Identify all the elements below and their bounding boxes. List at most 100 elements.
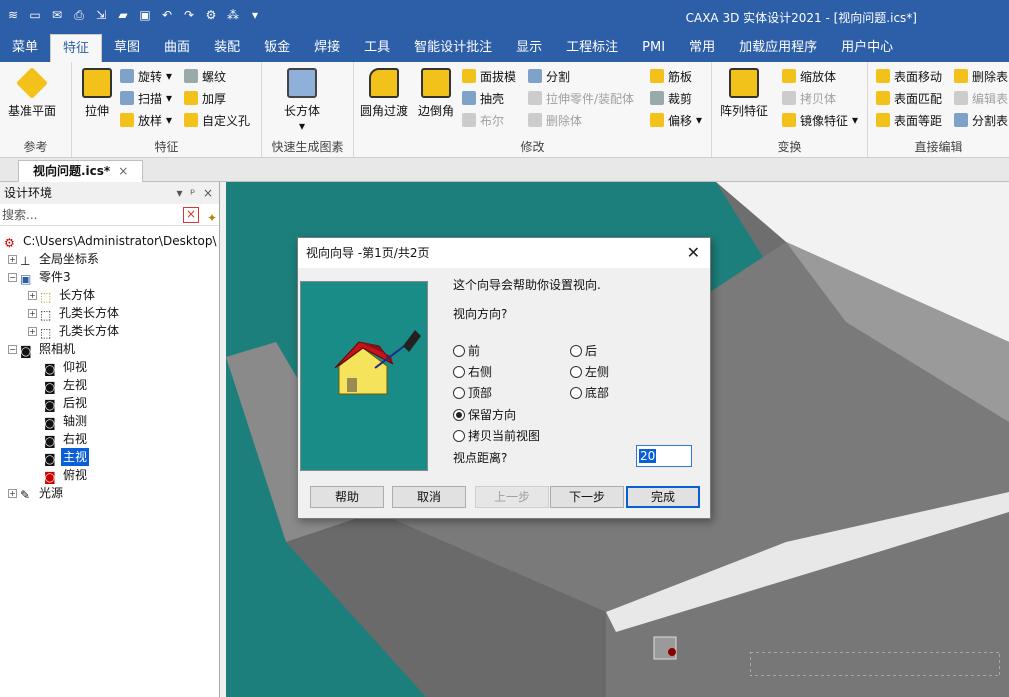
camera-icon: ◙ xyxy=(44,416,56,430)
close-tab-icon[interactable]: × xyxy=(118,164,128,178)
tab-smart-annotation[interactable]: 智能设计批注 xyxy=(402,34,504,62)
document-tab[interactable]: 视向问题.ics* × xyxy=(18,160,144,182)
ribbon-tabs: 菜单 特征 草图 曲面 装配 钣金 焊接 工具 智能设计批注 显示 工程标注 P… xyxy=(0,34,1009,62)
search-field[interactable]: 搜索... × ✦ xyxy=(0,204,219,226)
tree-root[interactable]: ⚙ C:\Users\Administrator\Desktop\ xyxy=(4,232,219,250)
panel-dropdown-icon[interactable]: ▾ xyxy=(176,186,182,200)
tree-item-light[interactable]: + ✎ 光源 xyxy=(8,484,65,502)
pattern-button[interactable]: 阵列特征 xyxy=(720,68,768,119)
previous-button[interactable]: 上一步 xyxy=(475,486,549,508)
copy-body-button[interactable]: 拷贝体 xyxy=(782,88,836,108)
view-distance-input[interactable]: 20 xyxy=(636,445,692,467)
tree-item-box[interactable]: + ⬚ 长方体 xyxy=(28,286,97,304)
finish-button[interactable]: 完成 xyxy=(626,486,700,508)
tab-weld[interactable]: 焊接 xyxy=(302,34,352,62)
tab-feature[interactable]: 特征 xyxy=(50,34,103,62)
tree-item-view-front[interactable]: ◙ 主视 xyxy=(44,448,90,466)
fillet-button[interactable]: 圆角过渡 xyxy=(360,68,408,119)
new-file-icon[interactable]: ▭ xyxy=(26,6,44,24)
tree-item-view-back[interactable]: ◙ 后视 xyxy=(44,394,89,412)
revolve-icon xyxy=(120,69,134,83)
delete-face-button[interactable]: 删除表 xyxy=(954,66,1008,86)
pin-icon[interactable]: ᵖ xyxy=(190,186,195,200)
chamfer-button[interactable]: 边倒角 xyxy=(418,68,454,119)
panel-close-icon[interactable]: × xyxy=(203,186,213,200)
magic-wand-icon[interactable]: ✦ xyxy=(207,207,217,229)
app-menu-icon[interactable]: ≋ xyxy=(4,6,22,24)
tree-item-part3[interactable]: − ▣ 零件3 xyxy=(8,268,73,286)
radio-bottom[interactable]: 底部 xyxy=(570,384,609,401)
thicken-button[interactable]: 加厚 xyxy=(184,88,226,108)
radio-front[interactable]: 前 xyxy=(453,342,480,359)
tab-sketch[interactable]: 草图 xyxy=(102,34,152,62)
shell-button[interactable]: 抽壳 xyxy=(462,88,504,108)
draft-button[interactable]: 面拔模 xyxy=(462,66,516,86)
custom-hole-button[interactable]: 自定义孔 xyxy=(184,110,250,130)
tab-menu[interactable]: 菜单 xyxy=(0,34,50,62)
dialog-close-icon[interactable]: ✕ xyxy=(687,238,700,268)
tab-engineering-annotation[interactable]: 工程标注 xyxy=(554,34,630,62)
extrude-button[interactable]: 拉伸 xyxy=(82,68,112,119)
mirror-button[interactable]: 镜像特征 ▾ xyxy=(782,110,858,130)
tab-user-center[interactable]: 用户中心 xyxy=(829,34,905,62)
extrude-icon xyxy=(82,68,112,98)
tab-surface[interactable]: 曲面 xyxy=(152,34,202,62)
radio-keep-direction[interactable]: 保留方向 xyxy=(453,406,516,423)
next-button[interactable]: 下一步 xyxy=(550,486,624,508)
boolean-button[interactable]: 布尔 xyxy=(462,110,504,130)
split-face-button[interactable]: 分割表 xyxy=(954,110,1008,130)
scale-button[interactable]: 缩放体 xyxy=(782,66,836,86)
revolve-button[interactable]: 旋转 ▾ xyxy=(120,66,172,86)
tree-item-view-iso[interactable]: ◙ 轴测 xyxy=(44,412,89,430)
tab-tools[interactable]: 工具 xyxy=(352,34,402,62)
tab-assembly[interactable]: 装配 xyxy=(202,34,252,62)
dropdown-icon[interactable]: ▾ xyxy=(246,6,264,24)
loft-button[interactable]: 放样 ▾ xyxy=(120,110,172,130)
radio-back[interactable]: 后 xyxy=(570,342,597,359)
radio-copy-current-view[interactable]: 拷贝当前视图 xyxy=(453,427,540,444)
split-button[interactable]: 分割 xyxy=(528,66,570,86)
face-offset-button[interactable]: 表面等距 xyxy=(876,110,942,130)
tree-item-hole-box-2[interactable]: + ⬚ 孔类长方体 xyxy=(28,322,121,340)
tab-sheetmetal[interactable]: 钣金 xyxy=(252,34,302,62)
redo-icon[interactable]: ↷ xyxy=(180,6,198,24)
face-match-button[interactable]: 表面匹配 xyxy=(876,88,942,108)
open-folder-icon[interactable]: ▰ xyxy=(114,6,132,24)
datum-plane-button[interactable]: 基准平面 xyxy=(8,67,56,119)
box-button[interactable]: 长方体 ▾ xyxy=(284,68,320,133)
tree-item-view-top[interactable]: ◙ 俯视 xyxy=(44,466,89,484)
radio-right[interactable]: 右侧 xyxy=(453,363,492,380)
delete-body-button[interactable]: 删除体 xyxy=(528,110,582,130)
print-icon[interactable]: ⎙ xyxy=(70,6,88,24)
chamfer-icon xyxy=(421,68,451,98)
undo-icon[interactable]: ↶ xyxy=(158,6,176,24)
cancel-button[interactable]: 取消 xyxy=(392,486,466,508)
tab-common[interactable]: 常用 xyxy=(677,34,727,62)
tree-item-view-bottom[interactable]: ◙ 仰视 xyxy=(44,358,89,376)
edit-face-button[interactable]: 编辑表 xyxy=(954,88,1008,108)
sparkle-icon[interactable]: ⁂ xyxy=(224,6,242,24)
extrude-part-button[interactable]: 拉伸零件/装配体 xyxy=(528,88,634,108)
mail-icon[interactable]: ✉ xyxy=(48,6,66,24)
tree-item-view-left[interactable]: ◙ 左视 xyxy=(44,376,89,394)
tab-display[interactable]: 显示 xyxy=(504,34,554,62)
help-button[interactable]: 帮助 xyxy=(310,486,384,508)
clear-search-icon[interactable]: × xyxy=(183,207,199,223)
tree-item-camera[interactable]: − ◙ 照相机 xyxy=(8,340,77,358)
tab-pmi[interactable]: PMI xyxy=(630,34,677,62)
tree-item-hole-box-1[interactable]: + ⬚ 孔类长方体 xyxy=(28,304,121,322)
export-icon[interactable]: ⇲ xyxy=(92,6,110,24)
thread-button[interactable]: 螺纹 xyxy=(184,66,226,86)
tree-item-global-coords[interactable]: + ⊥ 全局坐标系 xyxy=(8,250,101,268)
tree-item-view-right[interactable]: ◙ 右视 xyxy=(44,430,89,448)
tab-addins[interactable]: 加载应用程序 xyxy=(727,34,829,62)
radio-left[interactable]: 左侧 xyxy=(570,363,609,380)
settings-icon[interactable]: ⚙ xyxy=(202,6,220,24)
face-move-button[interactable]: 表面移动 xyxy=(876,66,942,86)
offset-button[interactable]: 偏移 ▾ xyxy=(650,110,702,130)
sweep-button[interactable]: 扫描 ▾ xyxy=(120,88,172,108)
trim-button[interactable]: 裁剪 xyxy=(650,88,692,108)
rib-button[interactable]: 筋板 xyxy=(650,66,692,86)
radio-top[interactable]: 顶部 xyxy=(453,384,492,401)
save-icon[interactable]: ▣ xyxy=(136,6,154,24)
